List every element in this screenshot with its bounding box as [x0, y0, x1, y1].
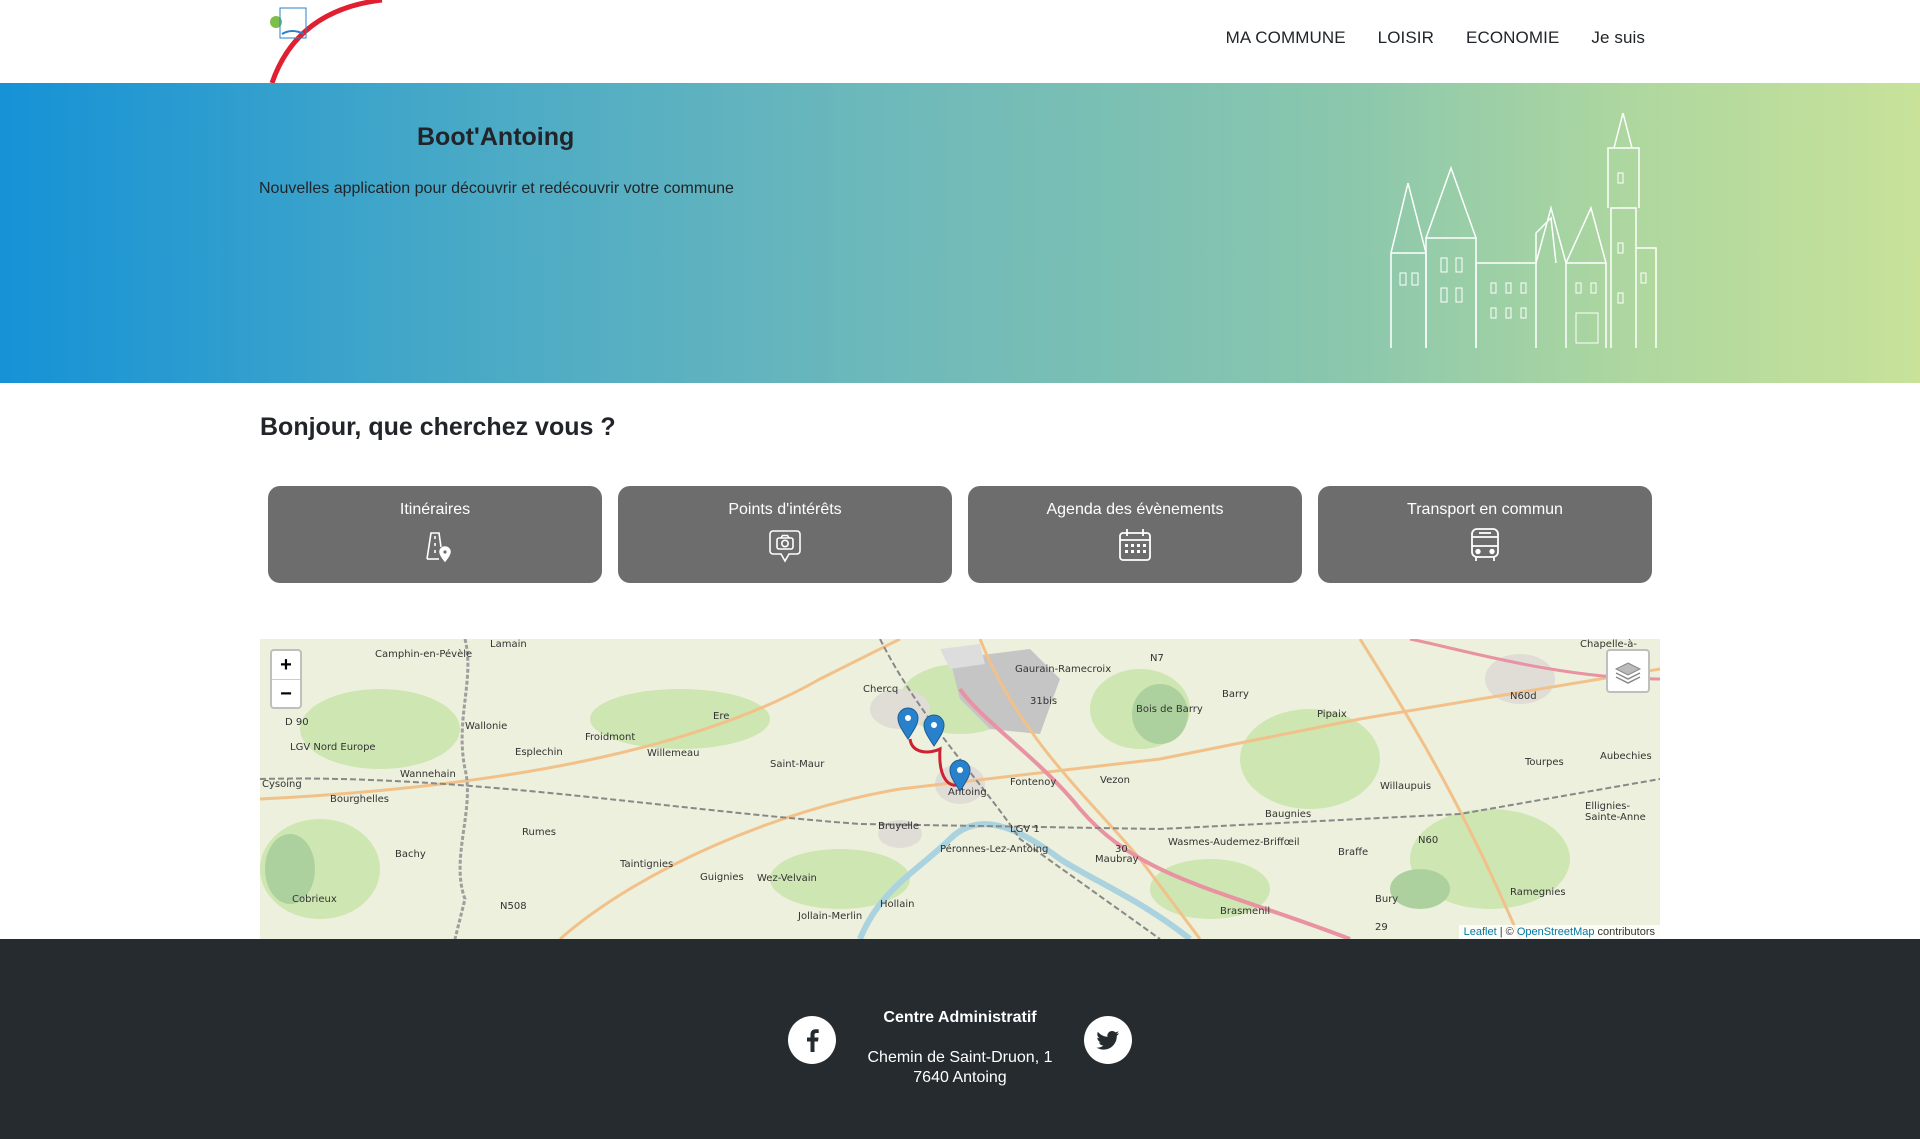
route-pin-icon	[426, 532, 451, 563]
footer-address-line1: Chemin de Saint-Druon, 1	[867, 1049, 1053, 1066]
map-label: 30	[1115, 844, 1128, 855]
hero-banner: Boot'Antoing Nouvelles application pour …	[0, 83, 1920, 383]
card-label: Points d'intérêts	[728, 501, 842, 518]
map-label: Wez-Velvain	[757, 873, 817, 884]
card-label: Agenda des évènements	[1046, 501, 1224, 518]
attribution-separator: | ©	[1496, 926, 1517, 938]
footer-address-line2: 7640 Antoing	[913, 1069, 1007, 1086]
map-label: Aubechies	[1600, 751, 1652, 762]
map-label: Maubray	[1095, 854, 1139, 865]
map-label: Saint-Maur	[770, 759, 825, 770]
map-label: Bruyelle	[878, 821, 920, 832]
map-label: Tourpes	[1525, 757, 1564, 768]
map-label: Cysoing	[262, 779, 302, 790]
map-label: Brasmenil	[1220, 906, 1271, 917]
map-label: D 90	[285, 717, 309, 728]
leaflet-link[interactable]: Leaflet	[1464, 926, 1497, 938]
zoom-out-button[interactable]: −	[272, 679, 300, 707]
nav-loisir[interactable]: LOISIR	[1378, 28, 1434, 48]
card-points-interets[interactable]: Points d'intérêts	[618, 486, 952, 583]
nav-economie[interactable]: ECONOMIE	[1466, 28, 1559, 48]
attribution-tail: contributors	[1594, 926, 1655, 938]
map-label: Lamain	[490, 639, 527, 650]
map-label: Willemeau	[647, 748, 700, 759]
map-label: Bois de Barry	[1136, 704, 1203, 715]
map-label: Gaurain-Ramecroix	[1015, 664, 1112, 675]
map-label: Taintignies	[620, 859, 674, 870]
map-label: Jollain-Merlin	[798, 911, 863, 922]
map-label: LGV 1	[1010, 824, 1040, 835]
map-label: N508	[500, 901, 527, 912]
calendar-icon	[1119, 529, 1151, 561]
map-label: Bury	[1375, 894, 1399, 905]
map-label: Wannehain	[400, 769, 456, 780]
map-label: Fontenoy	[1010, 777, 1057, 788]
layers-icon	[1614, 662, 1642, 684]
hero-title: Boot'Antoing	[417, 123, 575, 151]
footer-title: Centre Administratif	[883, 1009, 1037, 1026]
map-label: Braffe	[1338, 847, 1369, 858]
map-label: Barry	[1222, 689, 1249, 700]
navbar: MA COMMUNE LOISIR ECONOMIE Je suis	[0, 0, 1920, 83]
map-label: Hollain	[880, 899, 915, 910]
card-label: Itinéraires	[399, 501, 471, 518]
twitter-icon	[1096, 1031, 1119, 1050]
category-cards: Itinéraires Points d'intérêts Agenda des…	[268, 486, 1652, 583]
map-label: Ere	[713, 711, 730, 722]
map-label: Péronnes-Lez-Antoing	[940, 844, 1049, 855]
main-nav: MA COMMUNE LOISIR ECONOMIE Je suis	[1226, 28, 1645, 48]
camera-pin-icon	[769, 530, 801, 563]
map-label: 29	[1375, 922, 1388, 933]
map-container[interactable]: Lamain Camphin-en-Pévèle Chercq Gaurain-…	[260, 639, 1660, 939]
hero-subtitle: Nouvelles application pour découvrir et …	[259, 180, 734, 197]
card-agenda[interactable]: Agenda des évènements	[968, 486, 1302, 583]
map-label: Vezon	[1100, 775, 1130, 786]
nav-je-suis[interactable]: Je suis	[1591, 28, 1645, 48]
bus-icon	[1471, 528, 1499, 561]
map-attribution: Leaflet | © OpenStreetMap contributors	[1458, 925, 1660, 939]
layers-button[interactable]	[1606, 649, 1650, 693]
map-label: Antoing	[948, 787, 987, 798]
map-label: 31bis	[1030, 696, 1058, 707]
map-label: LGV Nord Europe	[290, 742, 376, 753]
map-label: Baugnies	[1265, 809, 1312, 820]
map-label: Wasmes-Audemez-Briffœil	[1168, 837, 1300, 848]
map-label: Chercq	[863, 684, 899, 695]
twitter-button[interactable]	[1084, 1016, 1132, 1064]
osm-link[interactable]: OpenStreetMap	[1517, 926, 1595, 938]
map-label: N7	[1150, 653, 1164, 664]
card-transport[interactable]: Transport en commun	[1318, 486, 1652, 583]
footer: Centre Administratif Chemin de Saint-Dru…	[0, 939, 1920, 1139]
zoom-in-button[interactable]: +	[272, 651, 300, 679]
map-label: Ellignies-Sainte-Anne	[1585, 801, 1646, 823]
logo[interactable]	[262, 0, 402, 83]
nav-ma-commune[interactable]: MA COMMUNE	[1226, 28, 1346, 48]
map-label: Esplechin	[515, 747, 563, 758]
search-question: Bonjour, que cherchez vous ?	[260, 413, 616, 441]
card-label: Transport en commun	[1407, 501, 1563, 518]
map-label: Bachy	[395, 849, 426, 860]
map-label: N60d	[1510, 691, 1537, 702]
card-itineraires[interactable]: Itinéraires	[268, 486, 602, 583]
map-label: Ramegnies	[1510, 887, 1566, 898]
map-label: Cobrieux	[292, 894, 337, 905]
map-label: Bourghelles	[330, 794, 390, 805]
zoom-control: + −	[270, 649, 302, 709]
castle-illustration	[1390, 113, 1657, 348]
map-label: Guignies	[700, 872, 744, 883]
map-label: Pipaix	[1317, 709, 1347, 720]
map-label: Willaupuis	[1380, 781, 1432, 792]
map-label: N60	[1418, 835, 1439, 846]
map-label: Camphin-en-Pévèle	[375, 649, 473, 660]
map-label: Wallonie	[465, 721, 508, 732]
map-label: Rumes	[522, 827, 556, 838]
map-label: Froidmont	[585, 732, 636, 743]
